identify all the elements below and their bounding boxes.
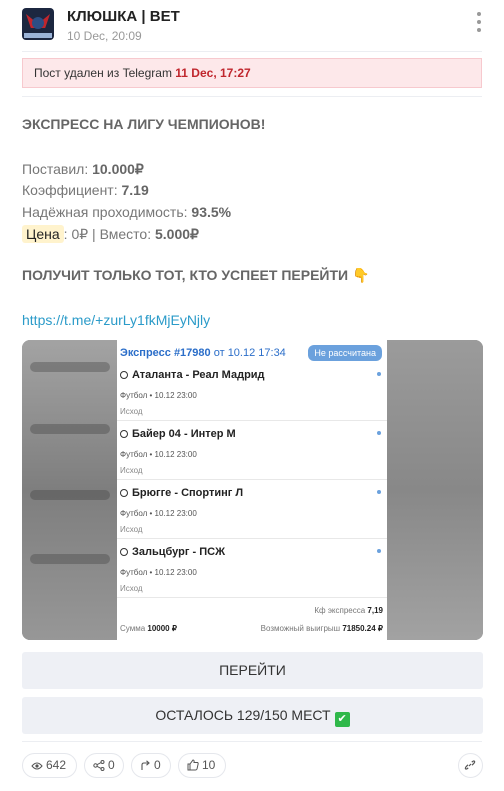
forwards-count: 0 [154, 758, 161, 772]
avatar-text-bar [24, 33, 52, 38]
win-value: 71850.24 ₽ [342, 624, 383, 633]
coef-value: 7.19 [121, 182, 149, 198]
thumbs-up-icon [187, 759, 199, 771]
coupon-number: #17980 [173, 347, 211, 359]
match-teams: Зальцбург - ПСЖ [132, 546, 226, 558]
match-row: Брюгге - Спортинг Л Футбол • 10.12 23:00… [117, 480, 387, 539]
go-button[interactable]: ПЕРЕЙТИ [22, 652, 483, 689]
eye-icon [31, 762, 43, 770]
placed-line: Поставил: 10.000₽ [22, 161, 144, 178]
coef-line: Коэффициент: 7.19 [22, 182, 149, 198]
price-line: Цена: 0₽ | Вместо: 5.000₽ [22, 225, 199, 243]
divider [22, 51, 482, 52]
soccer-ball-icon [120, 371, 128, 380]
match-teams: Байер 04 - Интер М [132, 428, 236, 440]
match-teams: Брюгге - Спортинг Л [132, 487, 244, 499]
price-label: Цена [22, 225, 64, 243]
channel-title[interactable]: КЛЮШКА | BET [67, 8, 180, 25]
shares-pill[interactable]: 0 [84, 753, 124, 778]
post-link[interactable]: https://t.me/+zurLy1fkMjEyNjly [22, 312, 210, 328]
placed-value: 10.000₽ [92, 161, 144, 177]
shares-count: 0 [108, 758, 115, 772]
promo-image[interactable]: Экспресс #17980 от 10.12 17:34 Не рассчи… [22, 340, 483, 640]
pass-line: Надёжная проходимость: 93.5% [22, 204, 231, 220]
coupon-sum: Сумма 10000 ₽ [120, 624, 177, 633]
match-dot [377, 431, 381, 435]
checkmark-icon: ✔ [334, 712, 350, 727]
match-meta: Футбол • 10.12 23:00 [120, 568, 197, 577]
blurred-background-left [22, 340, 120, 640]
views-pill[interactable]: 642 [22, 753, 77, 778]
more-vertical-icon[interactable] [476, 12, 482, 32]
deleted-notice: Пост удален из Telegram 11 Dec, 17:27 [22, 58, 482, 88]
likes-pill[interactable]: 10 [178, 753, 226, 778]
blurred-background-right [385, 340, 483, 640]
match-outcome: Исход [120, 466, 143, 475]
coupon-date: от 10.12 17:34 [213, 347, 286, 359]
match-meta: Футбол • 10.12 23:00 [120, 450, 197, 459]
price-value: : 0₽ [63, 226, 89, 242]
post-header: КЛЮШКА | BET 10 Dec, 20:09 [22, 8, 482, 43]
deleted-notice-text: Пост удален из Telegram [34, 66, 172, 80]
divider [22, 741, 482, 742]
match-meta: Футбол • 10.12 23:00 [120, 391, 197, 400]
match-dot [377, 372, 381, 376]
channel-avatar[interactable] [22, 8, 54, 40]
coupon-card: Экспресс #17980 от 10.12 17:34 Не рассчи… [117, 340, 387, 640]
match-row: Зальцбург - ПСЖ Футбол • 10.12 23:00 Исх… [117, 539, 387, 598]
placed-label: Поставил: [22, 161, 89, 177]
soccer-ball-icon [120, 548, 128, 557]
coupon-header: Экспресс #17980 от 10.12 17:34 [120, 347, 286, 359]
match-dot [377, 549, 381, 553]
deleted-notice-date: 11 Dec, 17:27 [175, 66, 251, 80]
coupon-footer: Кф экспресса 7,19 Сумма 10000 ₽ Возможны… [117, 600, 387, 640]
express-coef-label: Кф экспресса [314, 606, 366, 615]
sum-value: 10000 ₽ [147, 624, 177, 633]
post-heading: ЭКСПРЕСС НА ЛИГУ ЧЕМПИОНОВ! [22, 116, 266, 132]
post-cta: ПОЛУЧИТ ТОЛЬКО ТОТ, КТО УСПЕЕТ ПЕРЕЙТИ 👇 [22, 267, 370, 283]
instead-value: 5.000₽ [155, 226, 199, 242]
seats-label: ОСТАЛОСЬ 129/150 МЕСТ [155, 707, 331, 723]
seats-button[interactable]: ОСТАЛОСЬ 129/150 МЕСТ ✔ [22, 697, 483, 734]
match-teams: Аталанта - Реал Мадрид [132, 369, 265, 381]
divider [22, 96, 482, 97]
copy-link-button[interactable] [458, 753, 483, 778]
match-dot [377, 490, 381, 494]
forward-icon [141, 760, 150, 770]
express-coef: Кф экспресса 7,19 [314, 606, 383, 615]
coef-label: Коэффициент: [22, 182, 118, 198]
instead-label: | Вместо: [88, 226, 152, 242]
post-stats: 642 0 0 10 [22, 753, 483, 778]
express-coef-value: 7,19 [367, 606, 383, 615]
sum-label: Сумма [120, 624, 146, 633]
possible-win: Возможный выигрыш 71850.24 ₽ [261, 624, 383, 633]
share-icon [93, 760, 105, 771]
pass-value: 93.5% [191, 204, 232, 220]
views-count: 642 [46, 758, 67, 772]
post-date: 10 Dec, 20:09 [67, 29, 142, 43]
soccer-ball-icon [120, 489, 128, 498]
likes-count: 10 [202, 758, 216, 772]
match-outcome: Исход [120, 407, 143, 416]
pass-label: Надёжная проходимость: [22, 204, 188, 220]
match-meta: Футбол • 10.12 23:00 [120, 509, 197, 518]
soccer-ball-icon [120, 430, 128, 439]
forwards-pill[interactable]: 0 [131, 753, 171, 778]
match-outcome: Исход [120, 584, 143, 593]
avatar-mask [32, 17, 44, 29]
link-icon [464, 760, 476, 770]
coupon-title: Экспресс [120, 347, 171, 359]
win-label: Возможный выигрыш [260, 624, 341, 633]
match-row: Байер 04 - Интер М Футбол • 10.12 23:00 … [117, 421, 387, 480]
status-badge: Не рассчитана [308, 345, 382, 361]
match-outcome: Исход [120, 525, 143, 534]
match-row: Аталанта - Реал Мадрид Футбол • 10.12 23… [117, 362, 387, 421]
